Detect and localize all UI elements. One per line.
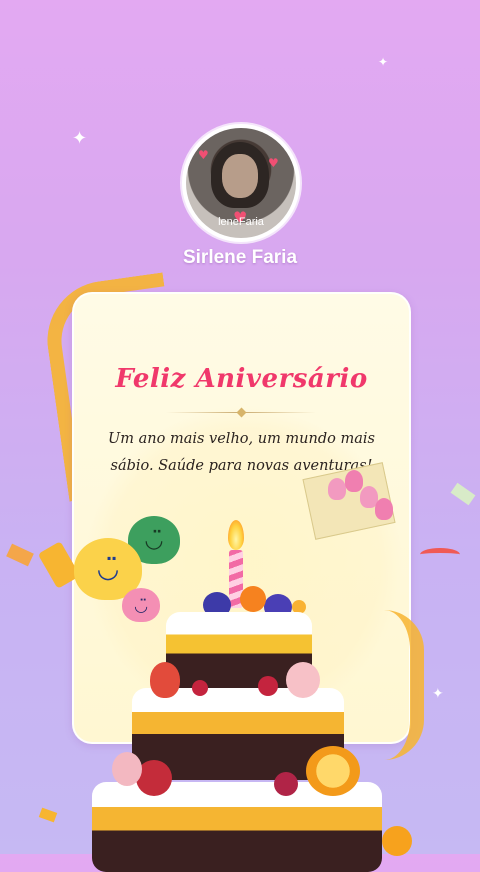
orange-slice xyxy=(382,826,412,856)
orange-slice xyxy=(240,586,266,612)
sparkle-icon: ✦ xyxy=(378,55,389,69)
tulip-icon xyxy=(328,478,346,500)
sparkle-icon: ✦ xyxy=(432,686,444,702)
heart-icon: ♥ xyxy=(268,156,279,170)
confetti xyxy=(450,482,476,506)
smiley-icon: ◡̈ xyxy=(122,588,160,622)
sparkle-icon: ✦ xyxy=(72,128,88,149)
avatar-watermark: leneFaria xyxy=(218,216,264,228)
pear-slice xyxy=(112,752,142,786)
confetti xyxy=(420,548,460,561)
tulip-icon xyxy=(345,470,363,492)
card-message-line: Um ano mais velho, um mundo mais xyxy=(108,431,375,447)
cherry xyxy=(274,772,298,796)
avatar-face xyxy=(222,154,258,198)
confetti xyxy=(38,807,58,823)
heart-icon: ♥ xyxy=(198,148,209,162)
confetti xyxy=(6,543,34,567)
cherry xyxy=(192,680,208,696)
username: Sirlene Faria xyxy=(182,247,298,268)
candle-flame xyxy=(228,520,244,550)
orange-slice xyxy=(306,746,360,796)
pear-slice xyxy=(286,662,320,698)
cake-tier-bottom xyxy=(92,782,382,872)
card-title: Feliz Aniversário xyxy=(115,364,368,394)
avatar[interactable]: ♥ ♥ ♥ leneFaria xyxy=(186,128,296,238)
ribbon-decoration xyxy=(370,610,424,760)
tulip-icon xyxy=(375,498,393,520)
cherry xyxy=(258,676,278,696)
strawberry xyxy=(150,662,180,698)
